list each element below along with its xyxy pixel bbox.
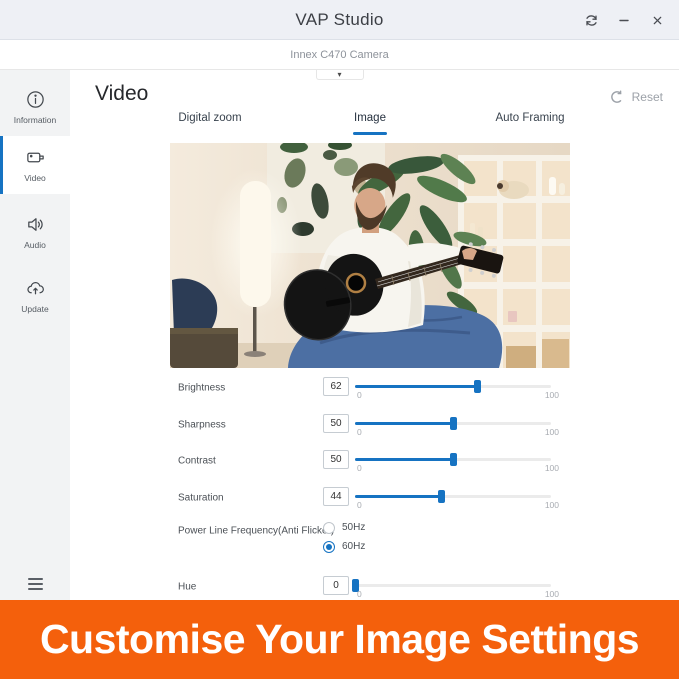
saturation-slider[interactable]: 0 100 <box>355 487 551 509</box>
slider-min-label: 0 <box>357 427 362 437</box>
sidebar-item-video[interactable]: Video <box>0 136 70 194</box>
slider-max-label: 100 <box>545 390 559 400</box>
sidebar: Information Video Audio Update <box>0 70 70 600</box>
sidebar-item-audio[interactable]: Audio <box>0 203 70 261</box>
slider-label: Hue <box>178 582 196 593</box>
slider-row-contrast: Contrast 50 0 100 <box>170 450 645 472</box>
sidebar-item-label: Video <box>24 173 46 183</box>
saturation-value-field[interactable]: 44 <box>323 487 349 506</box>
hamburger-menu-icon[interactable] <box>0 578 70 590</box>
radio-circle-icon <box>323 541 335 553</box>
sidebar-item-information[interactable]: Information <box>0 78 70 136</box>
slider-min-label: 0 <box>357 463 362 473</box>
page-title: Video <box>95 82 148 106</box>
anti-flicker-label: Power Line Frequency(Anti Flicker) <box>178 526 334 537</box>
slider-handle[interactable] <box>474 380 481 393</box>
tab-image[interactable]: Image <box>290 112 450 128</box>
reset-label: Reset <box>632 90 663 104</box>
sidebar-item-update[interactable]: Update <box>0 267 70 325</box>
sidebar-item-label: Audio <box>24 240 46 250</box>
radio-circle-icon <box>323 522 335 534</box>
slider-row-saturation: Saturation 44 0 100 <box>170 487 645 509</box>
tab-auto-framing[interactable]: Auto Framing <box>450 112 610 128</box>
camera-selector-bar: Innex C470 Camera <box>0 40 679 70</box>
slider-min-label: 0 <box>357 390 362 400</box>
anti-flicker-row: Power Line Frequency(Anti Flicker) 50Hz … <box>170 519 645 559</box>
slider-handle[interactable] <box>450 417 457 430</box>
app-title: VAP Studio <box>0 0 679 40</box>
camera-name[interactable]: Innex C470 Camera <box>0 40 679 70</box>
radio-50hz[interactable]: 50Hz <box>323 521 365 534</box>
slider-min-label: 0 <box>357 500 362 510</box>
slider-max-label: 100 <box>545 463 559 473</box>
slider-min-label: 0 <box>357 589 362 599</box>
slider-max-label: 100 <box>545 500 559 510</box>
sidebar-item-label: Information <box>14 115 57 125</box>
contrast-value-field[interactable]: 50 <box>323 450 349 469</box>
sharpness-value-field[interactable]: 50 <box>323 414 349 433</box>
sharpness-slider[interactable]: 0 100 <box>355 414 551 436</box>
slider-row-hue: Hue 0 0 100 <box>170 576 645 598</box>
slider-row-sharpness: Sharpness 50 0 100 <box>170 414 645 436</box>
reset-circular-arrow-icon <box>610 90 624 104</box>
tab-digital-zoom[interactable]: Digital zoom <box>130 112 290 128</box>
slider-handle[interactable] <box>438 490 445 503</box>
app-body: ▾ Information Video Audio <box>0 70 679 600</box>
app-window: VAP Studio Innex C470 Camera ▾ <box>0 0 679 679</box>
contrast-slider[interactable]: 0 100 <box>355 450 551 472</box>
sidebar-item-label: Update <box>21 304 48 314</box>
main-content: Video Reset Digital zoom Image Auto Fram… <box>70 70 679 600</box>
cloud-upload-icon <box>25 278 46 299</box>
camera-dropdown-caret-icon[interactable]: ▾ <box>316 70 364 80</box>
video-camera-icon <box>25 147 46 168</box>
slider-max-label: 100 <box>545 589 559 599</box>
reset-button[interactable]: Reset <box>610 90 663 104</box>
speaker-icon <box>25 214 46 235</box>
minimize-icon[interactable] <box>616 12 632 28</box>
slider-label: Contrast <box>178 456 216 467</box>
brightness-slider[interactable]: 0 100 <box>355 377 551 399</box>
slider-max-label: 100 <box>545 427 559 437</box>
brightness-value-field[interactable]: 62 <box>323 377 349 396</box>
close-icon[interactable] <box>649 12 665 28</box>
slider-label: Brightness <box>178 383 225 394</box>
frequency-radio-group: 50Hz 60Hz <box>323 521 365 553</box>
slider-label: Saturation <box>178 493 224 504</box>
radio-label: 50Hz <box>342 522 365 533</box>
radio-60hz[interactable]: 60Hz <box>323 540 365 553</box>
hue-slider[interactable]: 0 100 <box>355 576 551 598</box>
info-circle-icon <box>25 89 46 110</box>
camera-preview-image <box>170 143 570 368</box>
window-controls <box>583 0 665 40</box>
hue-value-field[interactable]: 0 <box>323 576 349 595</box>
slider-row-brightness: Brightness 62 0 100 <box>170 377 645 399</box>
tab-bar: Digital zoom Image Auto Framing <box>130 112 610 128</box>
slider-label: Sharpness <box>178 420 226 431</box>
titlebar: VAP Studio <box>0 0 679 40</box>
slider-handle[interactable] <box>450 453 457 466</box>
refresh-icon[interactable] <box>583 12 599 28</box>
radio-label: 60Hz <box>342 541 365 552</box>
promo-banner: Customise Your Image Settings <box>0 600 679 679</box>
